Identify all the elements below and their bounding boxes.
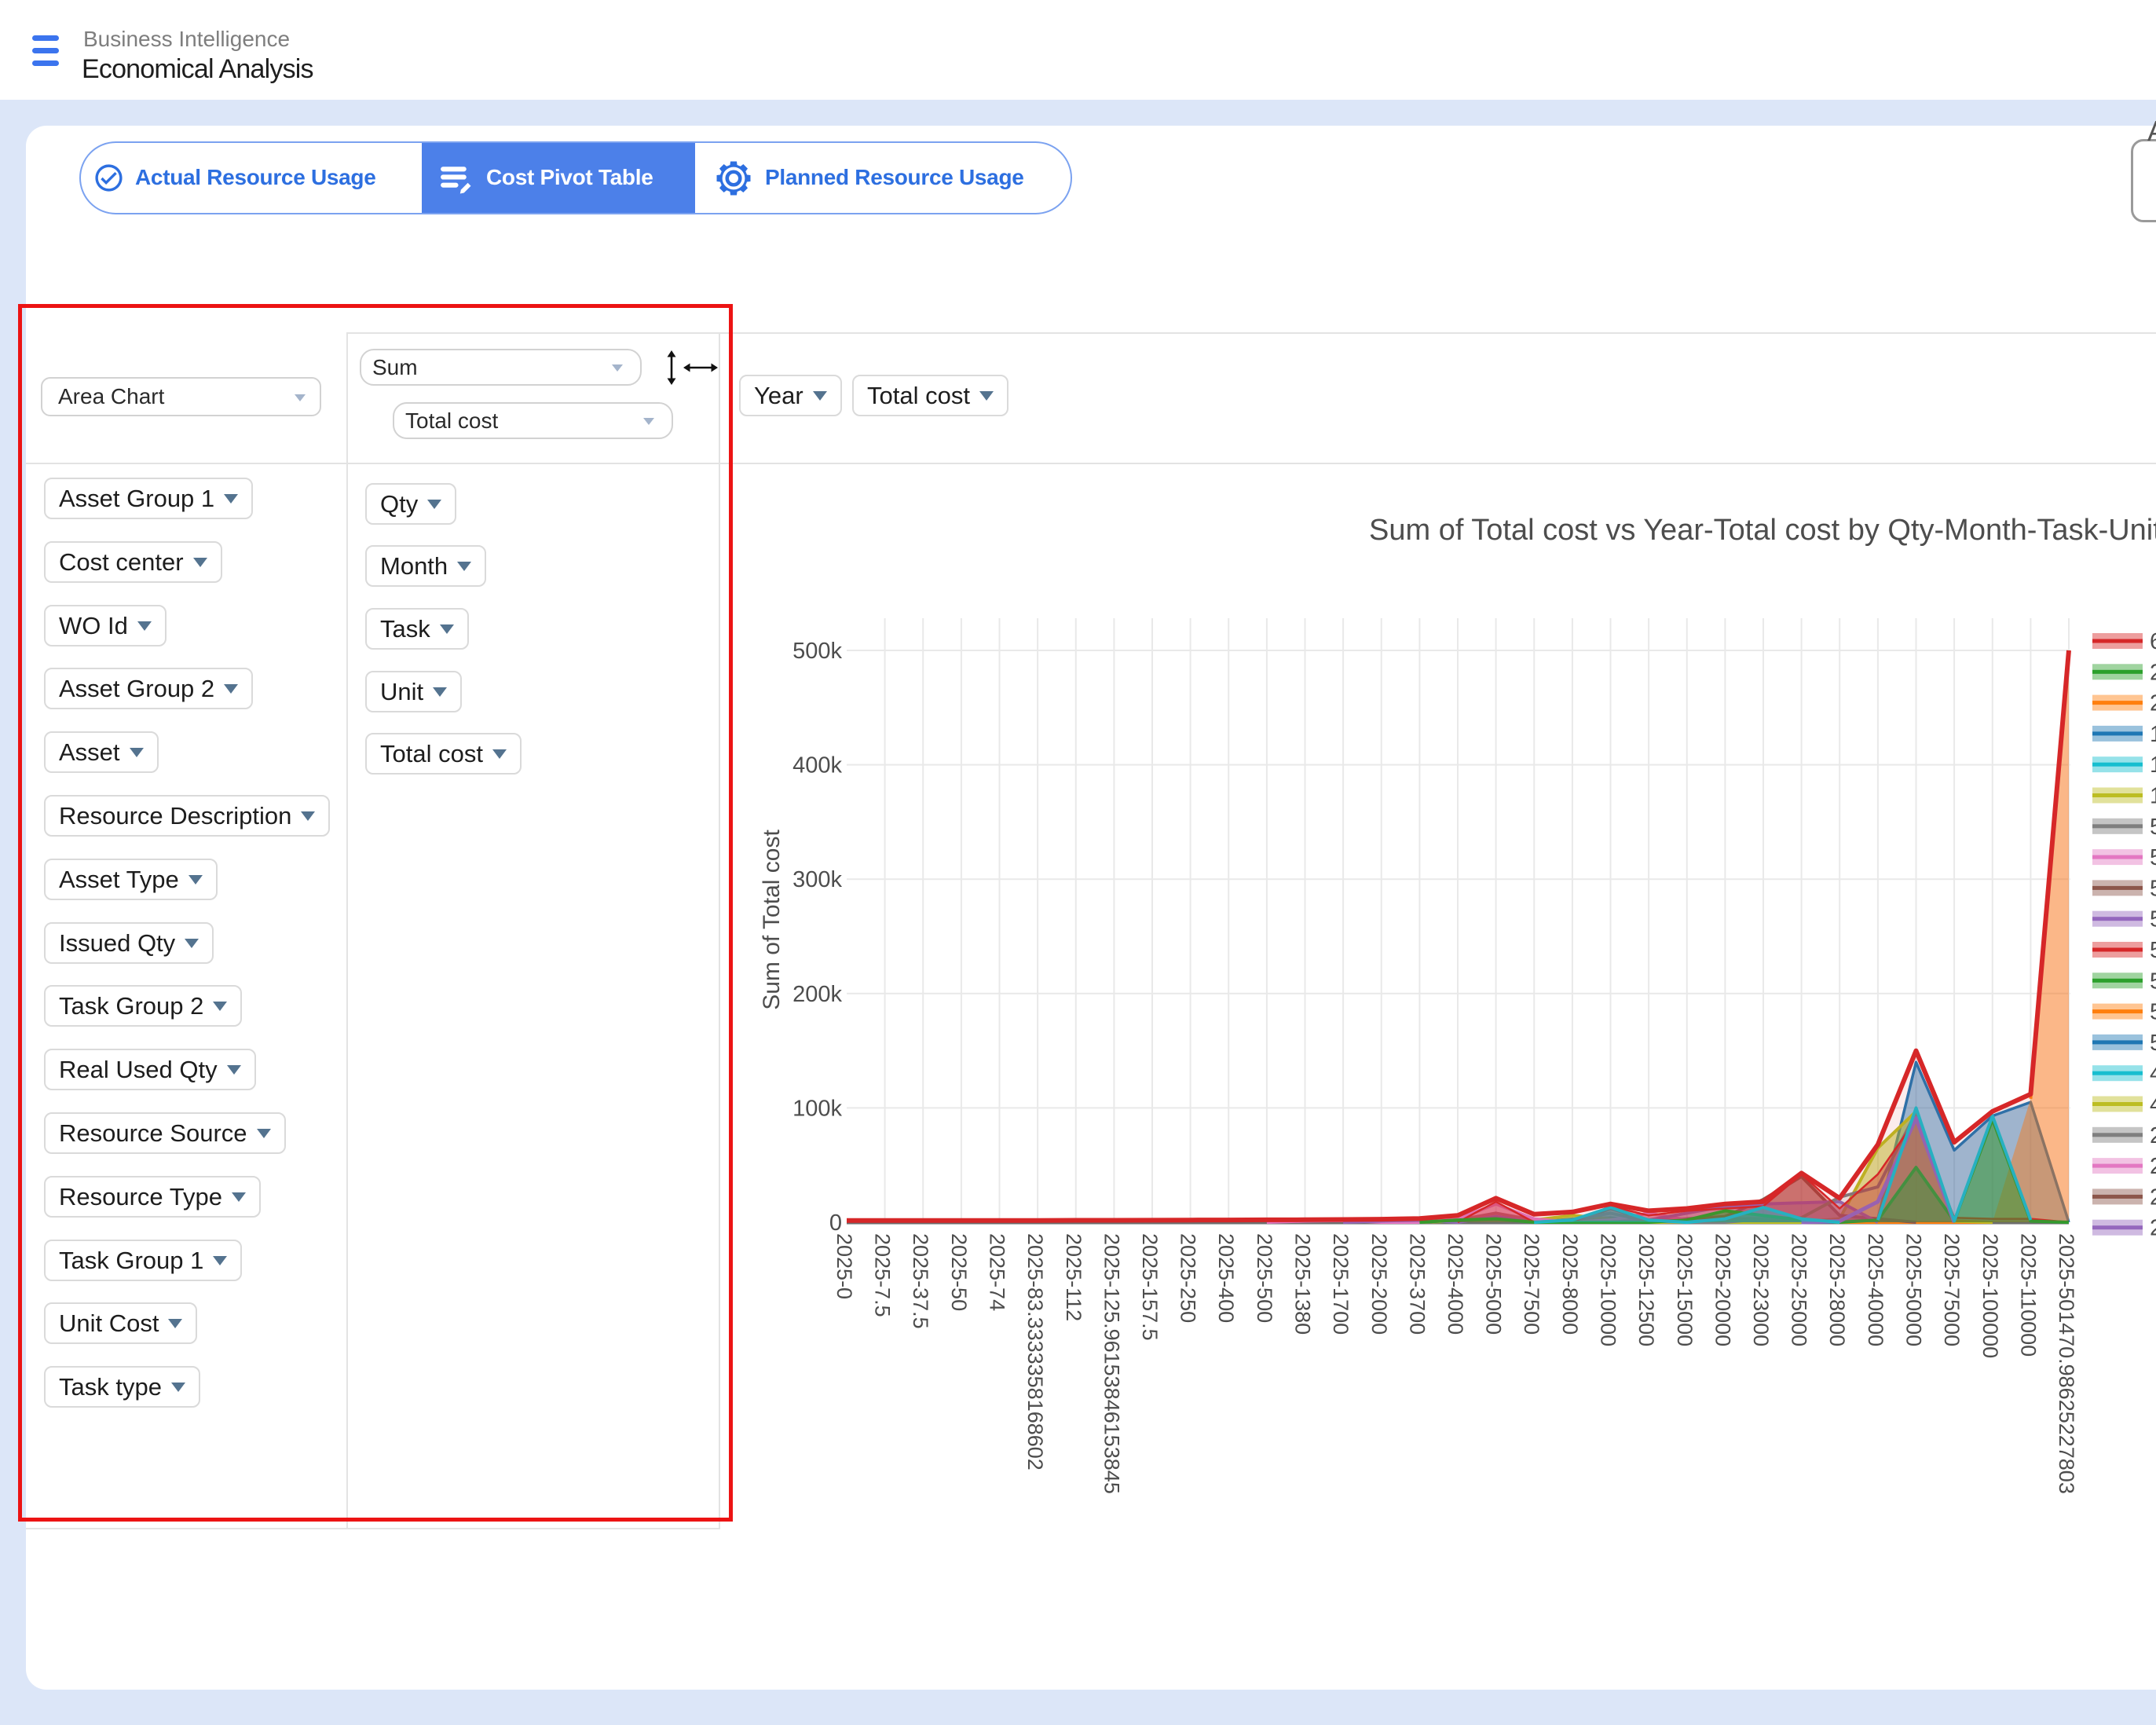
svg-text:2025-5000: 2025-5000	[1482, 1233, 1506, 1335]
svg-text:5: 5	[2150, 1000, 2156, 1025]
svg-text:2025-40000: 2025-40000	[1864, 1233, 1887, 1346]
svg-text:2025-20000: 2025-20000	[1711, 1233, 1734, 1346]
svg-text:2025-23000: 2025-23000	[1749, 1233, 1773, 1346]
svg-text:2025-500: 2025-500	[1253, 1233, 1276, 1323]
svg-text:2025-400: 2025-400	[1214, 1233, 1238, 1323]
svg-text:2025-110000: 2025-110000	[2016, 1233, 2040, 1357]
svg-text:4: 4	[2150, 1093, 2156, 1118]
svg-text:1: 1	[2150, 722, 2156, 747]
svg-text:5: 5	[2150, 907, 2156, 932]
svg-text:5: 5	[2150, 938, 2156, 963]
svg-text:2025-100000: 2025-100000	[1978, 1233, 2002, 1358]
svg-text:2025-50000: 2025-50000	[1902, 1233, 1926, 1346]
svg-text:2025-25000: 2025-25000	[1788, 1233, 1811, 1346]
svg-text:2025-7500: 2025-7500	[1520, 1233, 1543, 1335]
svg-text:2025-12500: 2025-12500	[1634, 1233, 1658, 1346]
svg-text:2025-0: 2025-0	[833, 1233, 856, 1299]
svg-text:200k: 200k	[792, 982, 842, 1007]
svg-text:2025-112: 2025-112	[1062, 1233, 1085, 1321]
svg-text:2025-7.5: 2025-7.5	[871, 1233, 895, 1317]
svg-text:2025-250: 2025-250	[1177, 1233, 1200, 1323]
svg-text:Sum of Total cost: Sum of Total cost	[759, 830, 785, 1010]
svg-text:1: 1	[2150, 753, 2156, 778]
svg-text:6: 6	[2150, 629, 2156, 654]
svg-text:2025-28000: 2025-28000	[1825, 1233, 1849, 1346]
svg-text:2025-83.3333358168602: 2025-83.3333358168602	[1023, 1233, 1047, 1470]
svg-text:2: 2	[2150, 1154, 2156, 1179]
svg-text:2025-37.5: 2025-37.5	[909, 1233, 932, 1329]
svg-text:2025-2000: 2025-2000	[1367, 1233, 1391, 1335]
svg-text:2025-75000: 2025-75000	[1940, 1233, 1964, 1346]
svg-text:2: 2	[2150, 691, 2156, 716]
svg-text:2025-3700: 2025-3700	[1405, 1233, 1429, 1335]
svg-text:2025-4000: 2025-4000	[1444, 1233, 1467, 1335]
svg-text:0: 0	[829, 1210, 842, 1236]
svg-text:2: 2	[2150, 1123, 2156, 1148]
svg-text:5: 5	[2150, 1031, 2156, 1056]
svg-text:5: 5	[2150, 815, 2156, 840]
svg-text:2025-8000: 2025-8000	[1558, 1233, 1582, 1335]
svg-text:2025-1700: 2025-1700	[1329, 1233, 1353, 1335]
svg-text:2025-501470.98625227803: 2025-501470.98625227803	[2055, 1233, 2078, 1494]
svg-text:2025-125.96153846153845: 2025-125.96153846153845	[1100, 1233, 1123, 1494]
svg-text:5: 5	[2150, 845, 2156, 870]
svg-text:5: 5	[2150, 969, 2156, 994]
svg-text:2025-157.5: 2025-157.5	[1138, 1233, 1162, 1341]
svg-text:100k: 100k	[792, 1096, 842, 1121]
svg-text:400k: 400k	[792, 753, 842, 778]
svg-text:500k: 500k	[792, 639, 842, 664]
svg-text:2025-15000: 2025-15000	[1673, 1233, 1697, 1346]
svg-text:4: 4	[2150, 1061, 2156, 1086]
svg-text:2025-10000: 2025-10000	[1597, 1233, 1620, 1346]
svg-text:2: 2	[2150, 660, 2156, 685]
svg-text:300k: 300k	[792, 867, 842, 892]
svg-text:2025-1380: 2025-1380	[1291, 1233, 1315, 1335]
svg-text:2025-74: 2025-74	[986, 1233, 1009, 1311]
svg-text:Sum of Total cost vs Year-Tota: Sum of Total cost vs Year-Total cost by …	[1369, 514, 2156, 547]
svg-text:2: 2	[2150, 1216, 2156, 1241]
svg-text:2: 2	[2150, 1185, 2156, 1210]
svg-text:5: 5	[2150, 876, 2156, 901]
svg-text:2025-50: 2025-50	[947, 1233, 971, 1311]
svg-text:1: 1	[2150, 784, 2156, 809]
